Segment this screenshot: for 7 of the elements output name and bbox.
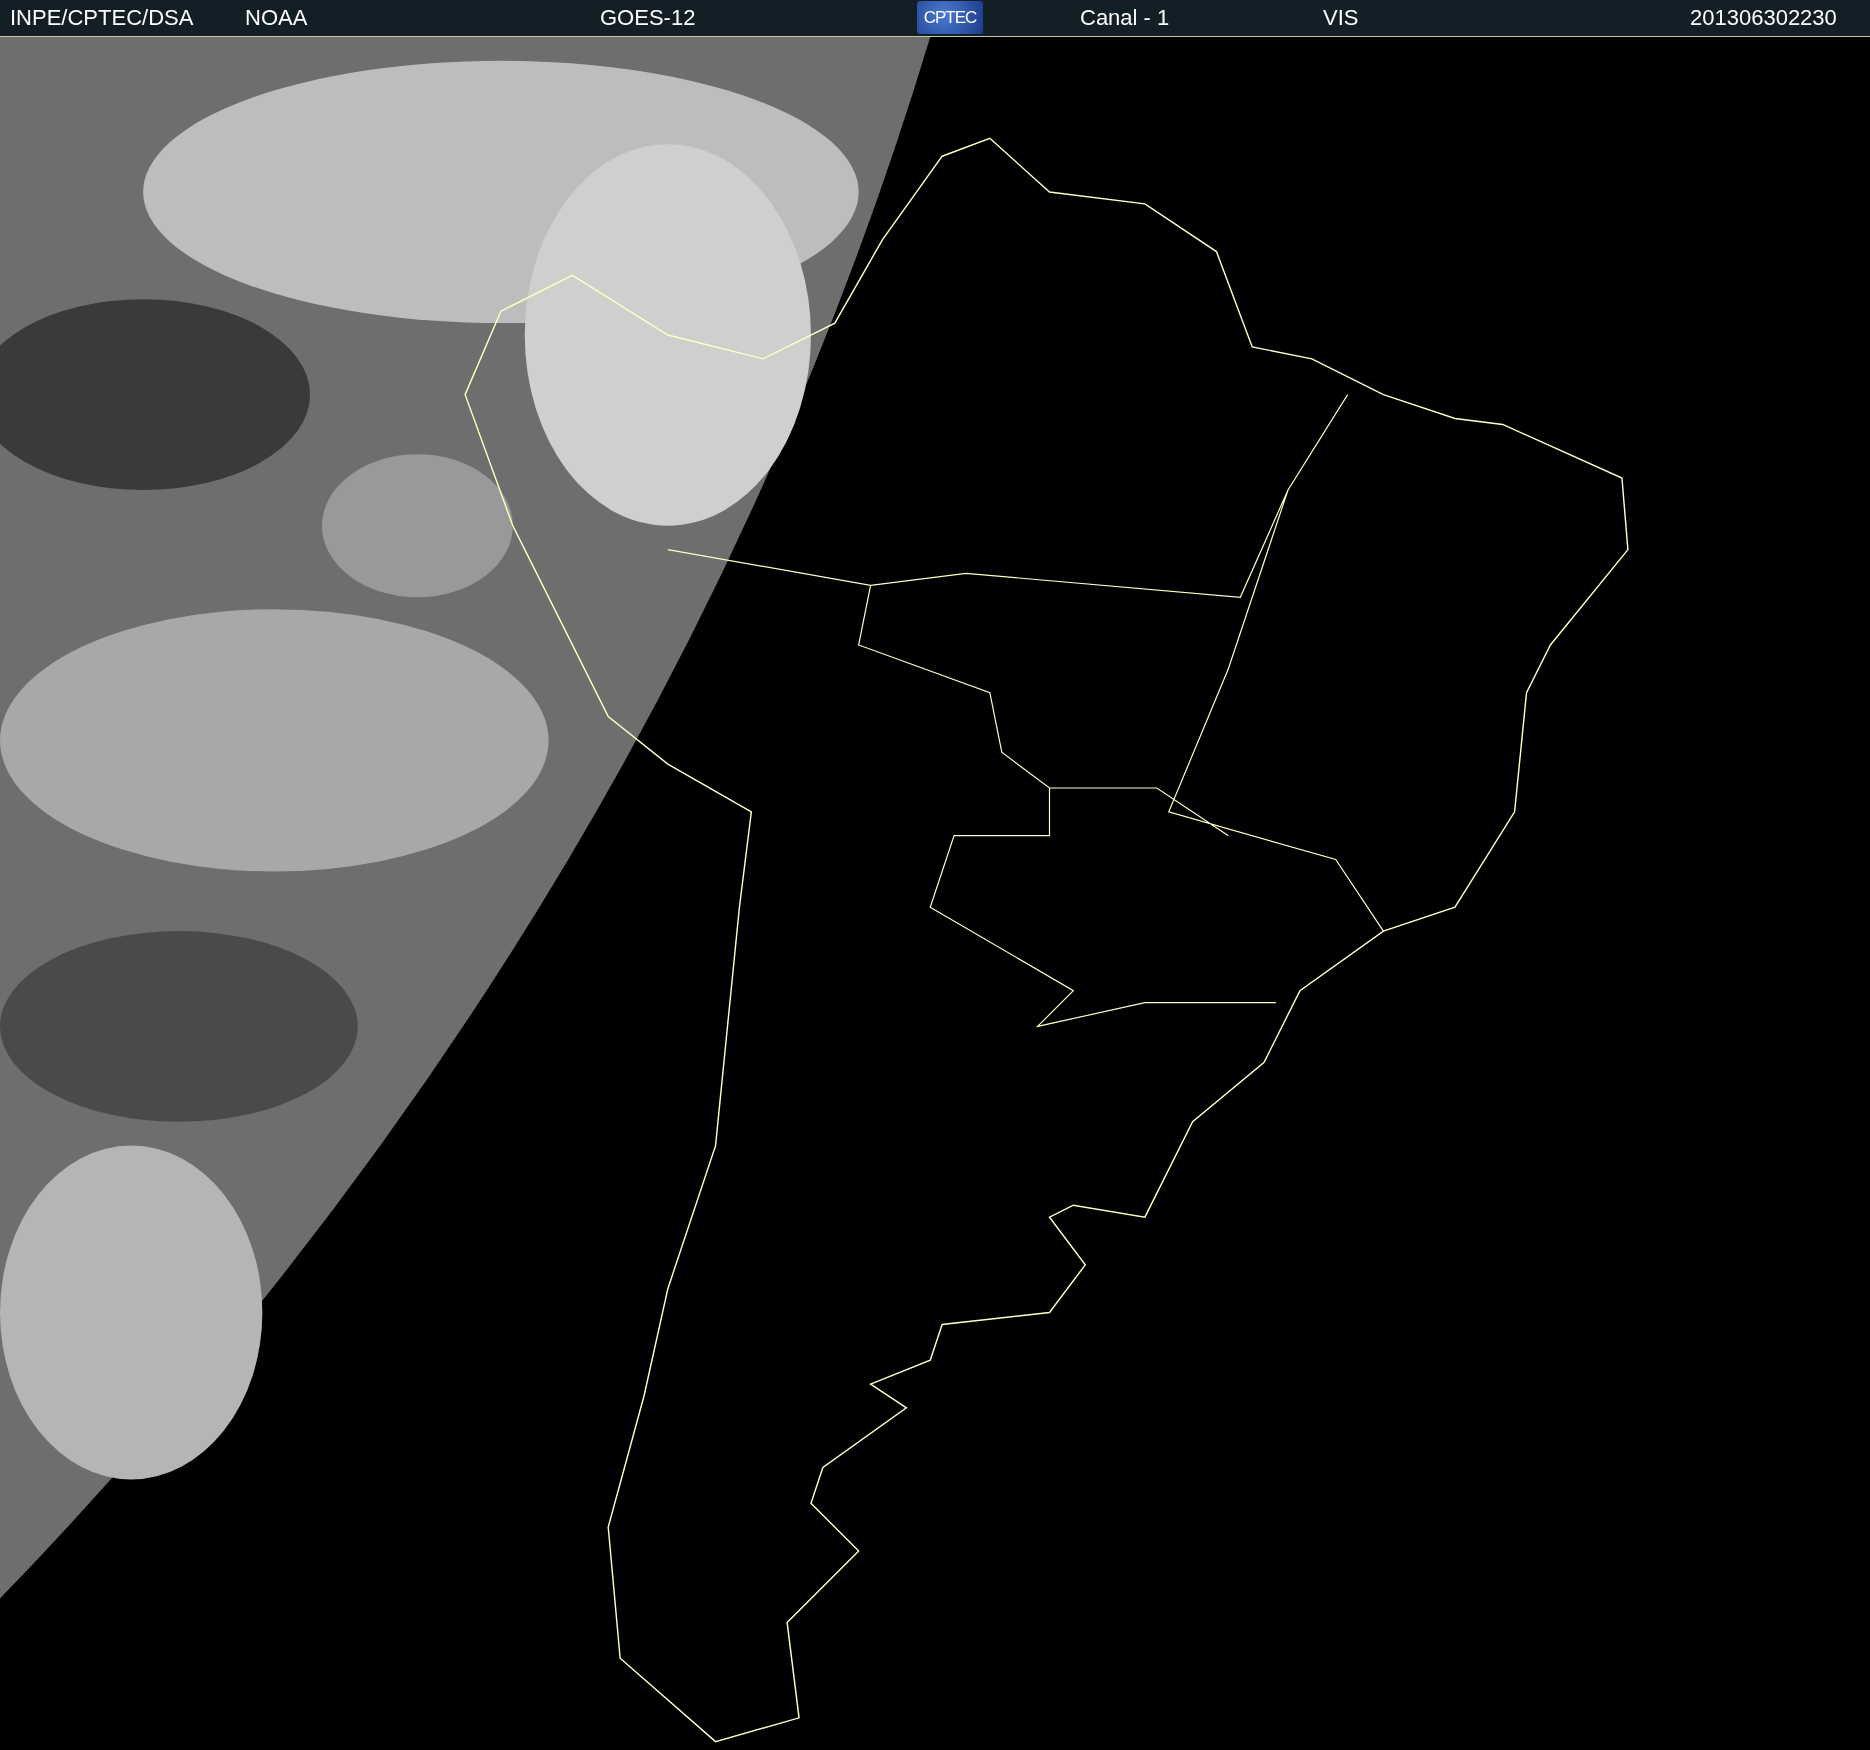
agency-label: NOAA [245, 6, 308, 30]
band-label: VIS [1323, 6, 1359, 30]
logo: CPTEC [917, 1, 983, 34]
agency-label: INPE/CPTEC/DSA [10, 6, 194, 30]
timestamp: 201306302230 [1690, 6, 1837, 30]
channel-label: Canal - 1 [1080, 6, 1170, 30]
satellite-label: GOES-12 [600, 6, 696, 30]
